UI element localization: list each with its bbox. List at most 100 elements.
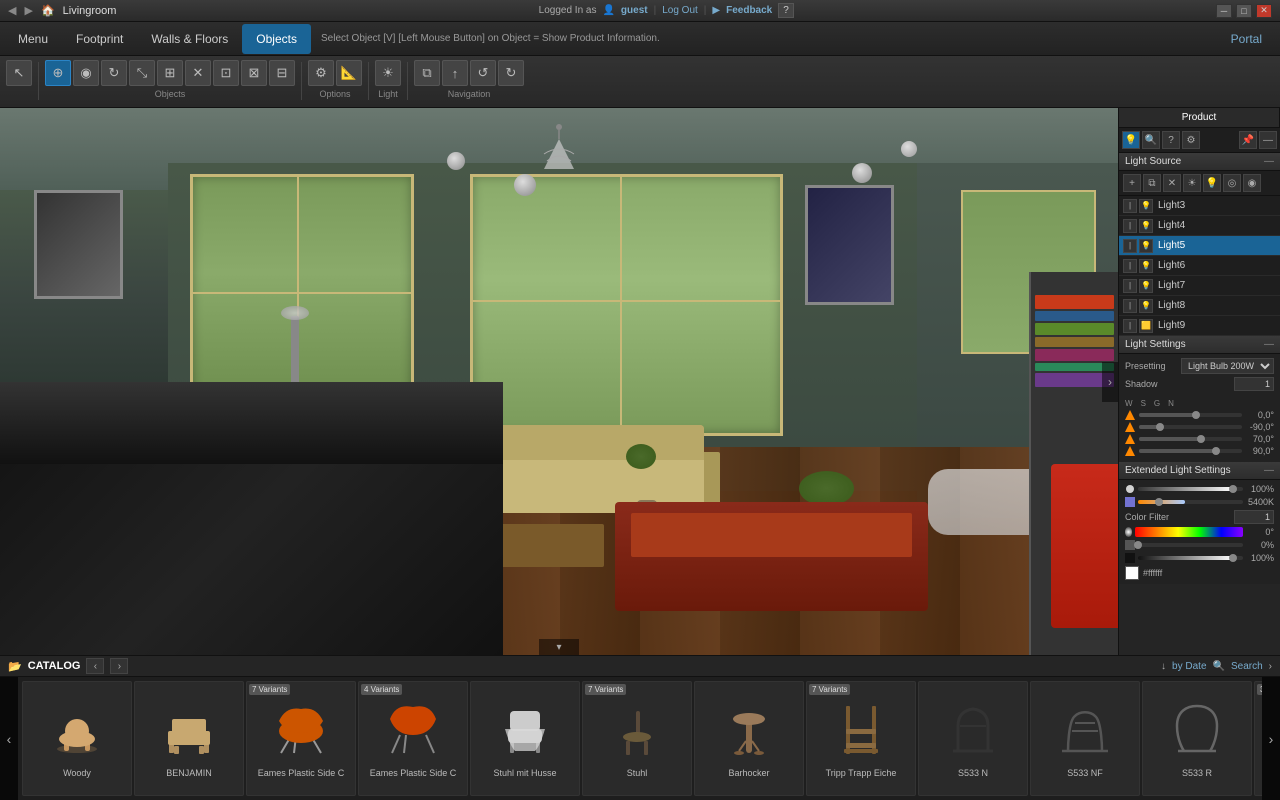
panel-tab-product[interactable]: Product	[1119, 108, 1280, 127]
light-settings-collapse[interactable]: —	[1264, 339, 1274, 350]
light-type-2[interactable]: 💡	[1203, 174, 1221, 192]
light8-toggle[interactable]: |	[1123, 299, 1137, 313]
light4-icon[interactable]: 💡	[1139, 219, 1153, 233]
light6-icon[interactable]: 💡	[1139, 259, 1153, 273]
light-type-1[interactable]: ☀	[1183, 174, 1201, 192]
opacity-slider[interactable]	[1138, 556, 1243, 560]
search-btn[interactable]: Search	[1231, 661, 1263, 672]
colortemp-thumb[interactable]	[1155, 498, 1163, 506]
light-row-light9[interactable]: | 🟨 Light9	[1119, 316, 1280, 336]
light-row-light5[interactable]: | 💡 Light5	[1119, 236, 1280, 256]
obj-rotate-tool[interactable]: ↻	[101, 60, 127, 86]
light-type-3[interactable]: ◎	[1223, 174, 1241, 192]
nav-undo[interactable]: ↺	[470, 60, 496, 86]
light-row-light7[interactable]: | 💡 Light7	[1119, 276, 1280, 296]
help-icon[interactable]: ?	[778, 3, 794, 18]
viewport-expand-btn[interactable]: ▾	[539, 639, 579, 655]
options-tool-1[interactable]: ⚙	[308, 60, 334, 86]
catalog-next-btn[interactable]: ›	[110, 658, 128, 674]
catalog-item-barhocker[interactable]: Barhocker	[694, 681, 804, 796]
light-source-header[interactable]: Light Source —	[1119, 153, 1280, 171]
light3-icon[interactable]: 💡	[1139, 199, 1153, 213]
light4-toggle[interactable]: |	[1123, 219, 1137, 233]
light9-toggle[interactable]: |	[1123, 319, 1137, 333]
catalog-item-s533nf[interactable]: S533 NF	[1030, 681, 1140, 796]
light-row-light3[interactable]: | 💡 Light3	[1119, 196, 1280, 216]
nav-redo[interactable]: ↻	[498, 60, 524, 86]
obj-scale-tool[interactable]: ⤡	[129, 60, 155, 86]
viewport-collapse-arrow[interactable]: ›	[1102, 362, 1118, 402]
slider-thumb-3[interactable]	[1212, 447, 1220, 455]
panel-icon-help[interactable]: ?	[1162, 131, 1180, 149]
light-settings-header[interactable]: Light Settings —	[1119, 336, 1280, 354]
catalog-scroll-right[interactable]: ›	[1262, 677, 1280, 800]
options-tool-2[interactable]: 📐	[336, 60, 362, 86]
sort-by-date[interactable]: by Date	[1172, 661, 1206, 672]
cursor-tool[interactable]: ↖	[6, 60, 32, 86]
light5-icon[interactable]: 💡	[1139, 239, 1153, 253]
color-spectrum[interactable]	[1135, 527, 1243, 537]
catalog-item-stuhl-husse[interactable]: Stuhl mit Husse	[470, 681, 580, 796]
light-row-light6[interactable]: | 💡 Light6	[1119, 256, 1280, 276]
obj-group-tool[interactable]: ⊡	[213, 60, 239, 86]
brightness-thumb[interactable]	[1229, 485, 1237, 493]
light7-toggle[interactable]: |	[1123, 279, 1137, 293]
obj-delete-tool[interactable]: ✕	[185, 60, 211, 86]
panel-icon-settings[interactable]: ⚙	[1182, 131, 1200, 149]
obj-align-tool[interactable]: ⊟	[269, 60, 295, 86]
menu-item-walls-floors[interactable]: Walls & Floors	[137, 24, 242, 54]
obj-copy-tool[interactable]: ⊞	[157, 60, 183, 86]
add-light-btn[interactable]: +	[1123, 174, 1141, 192]
menu-item-objects[interactable]: Objects	[242, 24, 311, 54]
feedback-link[interactable]: Feedback	[726, 5, 772, 16]
minimize-btn[interactable]: ─	[1216, 4, 1232, 18]
extended-settings-header[interactable]: Extended Light Settings —	[1119, 462, 1280, 480]
opacity-thumb[interactable]	[1229, 554, 1237, 562]
panel-icon-collapse[interactable]: —	[1259, 131, 1277, 149]
slider-track-2[interactable]	[1139, 437, 1242, 441]
light-row-light8[interactable]: | 💡 Light8	[1119, 296, 1280, 316]
viewport[interactable]: › ▾	[0, 108, 1118, 655]
light-row-light4[interactable]: | 💡 Light4	[1119, 216, 1280, 236]
slider-thumb-1[interactable]	[1156, 423, 1164, 431]
slider-thumb-2[interactable]	[1197, 435, 1205, 443]
slider-track-0[interactable]	[1139, 413, 1242, 417]
close-btn[interactable]: ✕	[1256, 4, 1272, 18]
catalog-scroll-left[interactable]: ‹	[0, 677, 18, 800]
nav-tool-2[interactable]: ↑	[442, 60, 468, 86]
nav-tool-1[interactable]: ⧉	[414, 60, 440, 86]
catalog-item-tripp-trapp[interactable]: 7 Variants Tripp Trapp Eiche	[806, 681, 916, 796]
right-arrow-btn[interactable]: ›	[1269, 661, 1272, 672]
catalog-item-stuhl[interactable]: 7 Variants Stuhl	[582, 681, 692, 796]
slider-thumb-0[interactable]	[1192, 411, 1200, 419]
catalog-prev-btn[interactable]: ‹	[86, 658, 104, 674]
back-icon[interactable]: ◀	[8, 4, 16, 17]
saturation-thumb[interactable]	[1134, 541, 1142, 549]
menu-item-menu[interactable]: Menu	[4, 24, 62, 54]
portal-link[interactable]: Portal	[1217, 26, 1276, 52]
copy-light-btn[interactable]: ⧉	[1143, 174, 1161, 192]
catalog-item-woody[interactable]: Woody	[22, 681, 132, 796]
light-tool[interactable]: ☀	[375, 60, 401, 86]
extended-collapse[interactable]: —	[1264, 465, 1274, 476]
light6-toggle[interactable]: |	[1123, 259, 1137, 273]
catalog-item-s533r[interactable]: S533 R	[1142, 681, 1252, 796]
colortemp-slider[interactable]	[1138, 500, 1243, 504]
restore-btn[interactable]: □	[1236, 4, 1252, 18]
light7-icon[interactable]: 💡	[1139, 279, 1153, 293]
light9-icon[interactable]: 🟨	[1139, 319, 1153, 333]
catalog-item-panton[interactable]: 3 Variants Panton Chair	[1254, 681, 1262, 796]
slider-track-1[interactable]	[1139, 425, 1242, 429]
menu-item-footprint[interactable]: Footprint	[62, 24, 137, 54]
forward-icon[interactable]: ▶	[24, 4, 32, 17]
light3-toggle[interactable]: |	[1123, 199, 1137, 213]
light8-icon[interactable]: 💡	[1139, 299, 1153, 313]
light5-toggle[interactable]: |	[1123, 239, 1137, 253]
panel-icon-pin[interactable]: 📌	[1239, 131, 1257, 149]
catalog-item-eames-2[interactable]: 4 Variants Eames Plastic Side C	[358, 681, 468, 796]
catalog-item-benjamin[interactable]: BENJAMIN	[134, 681, 244, 796]
obj-move-tool[interactable]: ◉	[73, 60, 99, 86]
obj-snap-tool[interactable]: ⊠	[241, 60, 267, 86]
catalog-item-eames-1[interactable]: 7 Variants Eames Plastic Side C	[246, 681, 356, 796]
brightness-slider[interactable]	[1138, 487, 1243, 491]
